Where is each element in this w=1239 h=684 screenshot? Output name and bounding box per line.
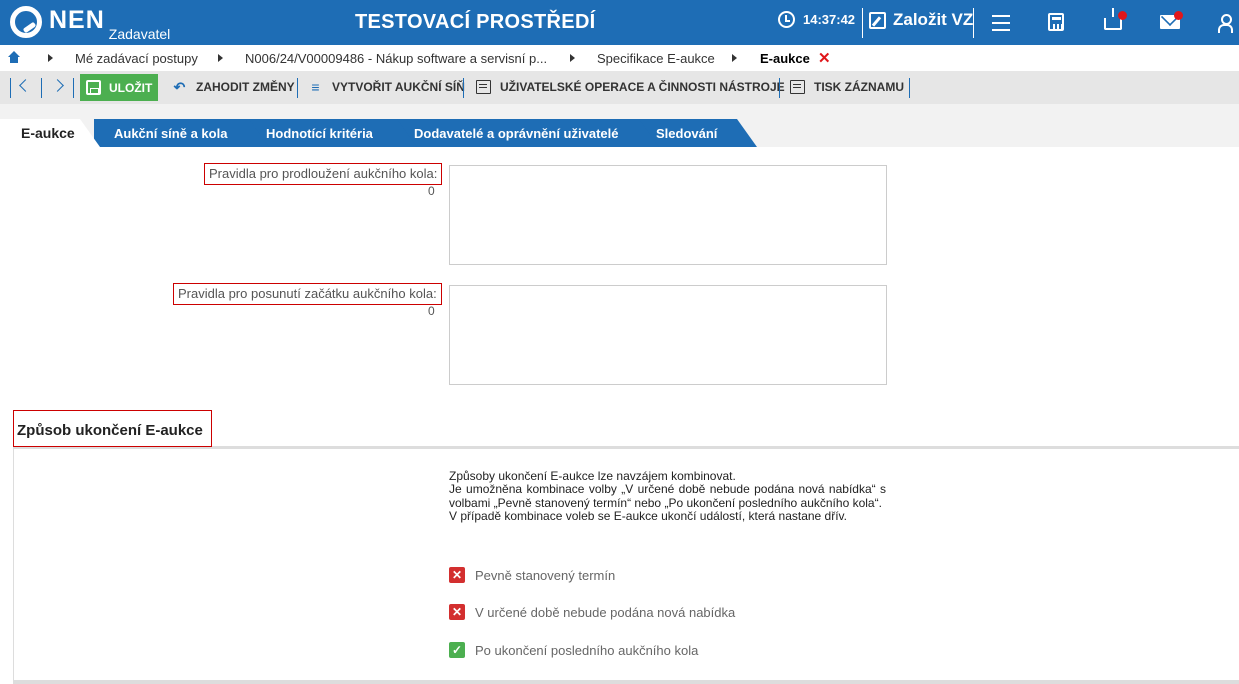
extension-rules-label: Pravidla pro prodloužení aukčního kola: [204,163,443,185]
action-toolbar: ULOŽIT ↶ ZAHODIT ZMĚNY ≡ VYTVOŘIT AUKČNÍ… [0,71,1239,104]
termination-info: Způsoby ukončení E-aukce lze navzájem ko… [449,469,886,524]
info-line: Je umožněna kombinace volby „V určené do… [449,482,886,510]
clock-icon [778,11,795,28]
inbox-icon[interactable] [1104,8,1122,30]
home-icon[interactable] [8,51,20,63]
print-label: TISK ZÁZNAMU [814,80,904,94]
divider [862,8,863,38]
document-icon [476,80,491,94]
calculator-icon[interactable] [1048,13,1064,31]
edit-icon [869,11,886,29]
logo-subtitle: Zadavatel [108,26,171,42]
breadcrumb-arrow-icon [732,54,737,62]
toolbar-divider [10,78,11,98]
breadcrumb-arrow-icon [570,54,575,62]
top-bar: NEN Zadavatel TESTOVACÍ PROSTŘEDÍ 14:37:… [0,0,1239,45]
tab-bar: Sledování Dodavatelé a oprávnění uživate… [0,104,1239,147]
breadcrumb-item[interactable]: Specifikace E-aukce [597,51,715,66]
section-title: Způsob ukončení E-aukce [13,410,212,447]
mail-notification-badge [1174,11,1183,20]
divider [973,8,974,38]
discard-label: ZAHODIT ZMĚNY [196,80,295,94]
create-vz-button[interactable]: Založit VZ [869,10,973,30]
breadcrumb-item[interactable]: N006/24/V00009486 - Nákup software a ser… [245,51,547,66]
toolbar-divider [909,78,910,98]
option-label: V určené době nebude podána nová nabídka [475,604,736,620]
extension-rules-textarea[interactable] [449,165,887,265]
print-record-button[interactable]: TISK ZÁZNAMU [790,80,904,94]
discard-changes-button[interactable]: ↶ ZAHODIT ZMĚNY [172,80,295,94]
user-operations-button[interactable]: UŽIVATELSKÉ OPERACE A ČINNOSTI NÁSTROJE [476,80,785,94]
shift-rules-label: Pravidla pro posunutí začátku aukčního k… [173,283,442,305]
logo-text: NEN [49,6,105,34]
breadcrumb-arrow-icon [48,54,53,62]
menu-icon[interactable] [992,15,1012,35]
breadcrumb-item[interactable]: Mé zadávací postupy [75,51,198,66]
clock-time: 14:37:42 [803,12,856,27]
printer-icon [790,80,805,94]
tab-aukcni-sine[interactable]: Aukční síně a kola [94,119,269,147]
toolbar-divider [463,78,464,98]
toolbar-divider [779,78,780,98]
breadcrumb-arrow-icon [218,54,223,62]
toolbar-divider [297,78,298,98]
shift-rules-counter: 0 [428,304,435,318]
unchecked-x-icon[interactable]: ✕ [449,567,465,583]
back-icon[interactable] [19,79,32,92]
option-after-last-round[interactable]: ✓ Po ukončení posledního aukčního kola [449,642,698,658]
close-icon[interactable]: ✕ [818,49,831,67]
save-label: ULOŽIT [109,80,153,95]
undo-icon: ↶ [173,79,186,95]
option-no-new-bid[interactable]: ✕ V určené době nebude podána nová nabíd… [449,604,735,620]
option-fixed-date[interactable]: ✕ Pevně stanovený termín [449,567,615,583]
environment-title: TESTOVACÍ PROSTŘEDÍ [355,11,596,33]
extension-rules-counter: 0 [428,184,435,198]
user-icon[interactable] [1218,14,1233,33]
create-auction-hall-button[interactable]: ≡ VYTVOŘIT AUKČNÍ SÍŇ [308,80,465,94]
save-button[interactable]: ULOŽIT [80,74,158,101]
user-ops-label: UŽIVATELSKÉ OPERACE A ČINNOSTI NÁSTROJE [500,80,785,94]
option-label: Pevně stanovený termín [475,567,616,583]
list-add-icon: ≡ [311,79,320,95]
save-icon [86,80,101,95]
toolbar-divider [41,78,42,98]
forward-icon[interactable] [51,79,64,92]
create-hall-label: VYTVOŘIT AUKČNÍ SÍŇ [332,80,465,94]
breadcrumb: Mé zadávací postupy N006/24/V00009486 - … [0,45,1239,71]
tab-e-aukce[interactable]: E-aukce [0,119,100,147]
toolbar-divider [73,78,74,98]
tab-hodnotici-kriteria[interactable]: Hodnotící kritéria [246,119,417,147]
nen-logo[interactable]: NEN Zadavatel [10,6,171,42]
logo-icon [10,6,42,38]
info-line: Způsoby ukončení E-aukce lze navzájem ko… [449,469,736,483]
create-vz-label: Založit VZ [893,10,974,29]
unchecked-x-icon[interactable]: ✕ [449,604,465,620]
breadcrumb-current: E-aukce [760,51,810,66]
inbox-notification-badge [1118,11,1127,20]
session-clock: 14:37:42 [778,11,855,28]
info-line: V případě kombinace voleb se E-aukce uko… [449,509,848,524]
checked-check-icon[interactable]: ✓ [449,642,465,658]
tab-dodavatele[interactable]: Dodavatelé a oprávnění uživatelé [394,119,659,147]
option-label: Po ukončení posledního aukčního kola [475,642,699,658]
shift-rules-textarea[interactable] [449,285,887,385]
